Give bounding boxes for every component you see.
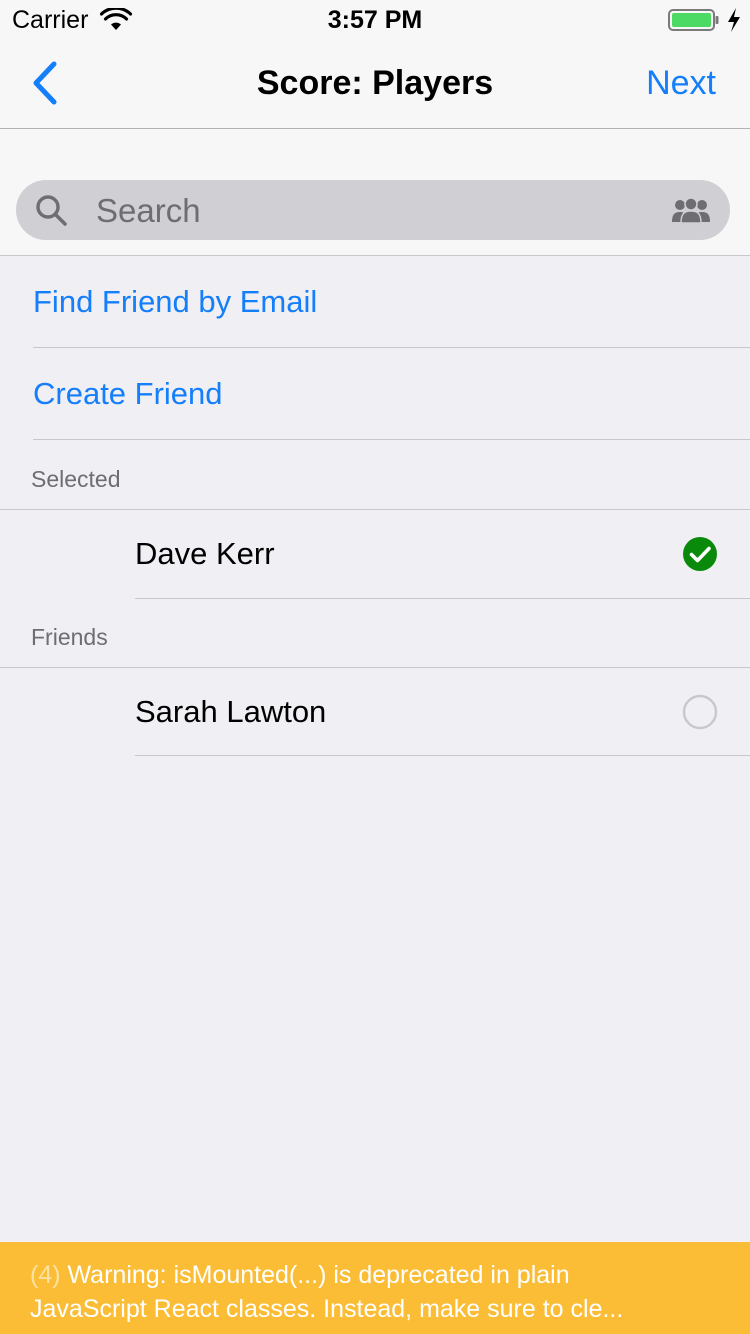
row-divider xyxy=(33,439,750,440)
charging-icon xyxy=(728,8,740,32)
search-placeholder: Search xyxy=(96,192,201,229)
warning-line-1: Warning: isMounted(...) is deprecated in… xyxy=(67,1261,570,1289)
player-name: Dave Kerr xyxy=(135,536,275,571)
next-button[interactable]: Next xyxy=(646,64,716,103)
section-header-selected: Selected xyxy=(31,466,121,492)
warning-message[interactable]: (4) Warning: isMounted(...) is deprecate… xyxy=(30,1258,730,1326)
player-row-selected[interactable] xyxy=(0,510,750,598)
find-friend-by-email-link[interactable]: Find Friend by Email xyxy=(33,284,317,320)
empty-circle-icon[interactable] xyxy=(682,694,718,730)
player-row-friend[interactable] xyxy=(0,668,750,756)
status-time: 3:57 PM xyxy=(327,6,423,34)
create-friend-link[interactable]: Create Friend xyxy=(33,376,223,412)
warning-count: (4) xyxy=(30,1261,61,1289)
checkmark-circle-icon[interactable] xyxy=(682,536,718,572)
row-divider xyxy=(135,598,750,599)
battery-icon xyxy=(668,9,719,31)
page-title: Score: Players xyxy=(256,64,494,102)
people-icon[interactable] xyxy=(672,196,710,224)
row-divider xyxy=(135,755,750,756)
warning-line-2: JavaScript React classes. Instead, make … xyxy=(30,1295,624,1323)
section-header-friends: Friends xyxy=(31,624,108,650)
player-name: Sarah Lawton xyxy=(135,694,327,729)
search-icon xyxy=(36,195,67,226)
